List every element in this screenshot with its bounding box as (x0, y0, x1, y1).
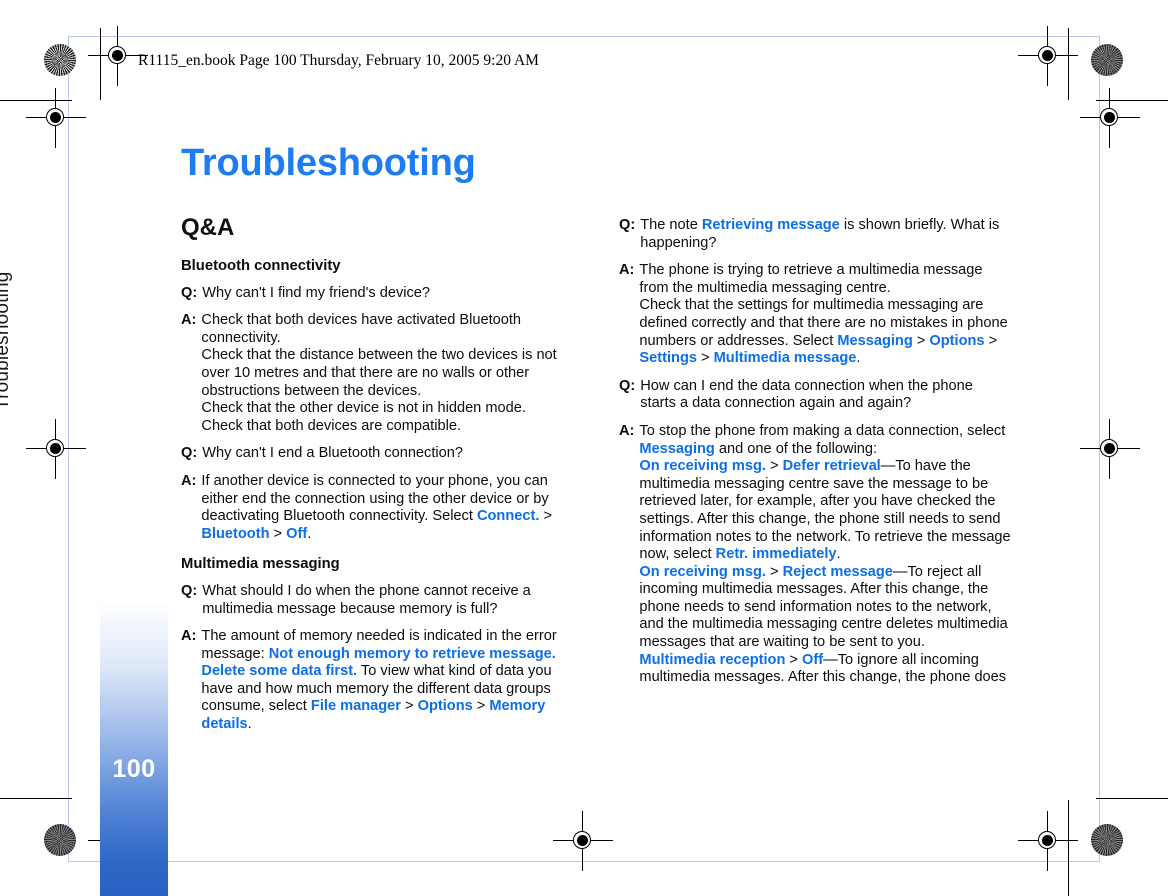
qa-answer-retrieving-message: A: The phone is trying to retrieve a mul… (619, 262, 1011, 368)
question-tag: Q: (619, 377, 636, 394)
question-tag: Q: (181, 445, 198, 462)
menu-path-messaging[interactable]: Messaging (837, 333, 912, 349)
crop-rule-tl-v (100, 28, 102, 100)
answer-line-1: Check that both devices have activated B… (201, 312, 522, 346)
answer-text: To stop the phone from making a data con… (639, 423, 1011, 687)
crop-rule-tr-h (1096, 100, 1168, 102)
menu-path-multimedia-message[interactable]: Multimedia message (714, 350, 857, 366)
question-text-part: The note (640, 217, 702, 233)
subhead-bluetooth-connectivity: Bluetooth connectivity (181, 258, 341, 274)
menu-path-off[interactable]: Off (286, 526, 307, 542)
star-target-top-left (44, 44, 76, 76)
registration-mark-bottom-right (1018, 811, 1078, 871)
menu-path-retr-immediately[interactable]: Retr. immediately (716, 546, 837, 562)
answer-text: Check that both devices have activated B… (201, 312, 581, 435)
question-text: How can I end the data connection when t… (640, 377, 973, 412)
path-separator: > (269, 525, 287, 542)
question-tag: Q: (181, 582, 198, 599)
book-file-header: R1115_en.book Page 100 Thursday, Februar… (138, 52, 539, 69)
answer-line-3: Check that the other device is not in hi… (201, 400, 526, 417)
registration-mark-bottom-center (553, 811, 613, 871)
qa-question-retrieving-message: Q: The note Retrieving message is shown … (619, 217, 1011, 252)
path-separator: > (785, 651, 803, 668)
menu-path-reject-message[interactable]: Reject message (783, 564, 893, 580)
registration-mark-left-lower (26, 419, 86, 479)
menu-path-multimedia-reception[interactable]: Multimedia reception (639, 652, 785, 668)
running-head-vertical: Troubleshooting (0, 271, 13, 410)
crop-rule-tr-v (1068, 28, 1070, 100)
menu-path-options[interactable]: Options (929, 333, 984, 349)
answer-text: The amount of memory needed is indicated… (201, 628, 581, 734)
path-separator: > (912, 332, 930, 349)
page-footer-gradient-strip (100, 600, 168, 896)
question-text: What should I do when the phone cannot r… (202, 582, 531, 617)
menu-path-defer-retrieval[interactable]: Defer retrieval (783, 458, 881, 474)
sentence-period: . (247, 716, 252, 733)
question-text: Why can't I find my friend's device? (202, 284, 431, 301)
answer-line-2: Check that the distance between the two … (201, 347, 557, 399)
qa-question-memory-full: Q: What should I do when the phone canno… (181, 583, 581, 618)
crop-rule-tl-h (0, 100, 72, 102)
answer-tag: A: (619, 422, 635, 439)
registration-mark-right-upper (1080, 88, 1140, 148)
menu-path-settings[interactable]: Settings (639, 350, 697, 366)
question-tag: Q: (619, 217, 636, 233)
answer-tag: A: (619, 262, 635, 279)
menu-path-connect[interactable]: Connect. (477, 508, 539, 524)
qa-answer-data-connection: A: To stop the phone from making a data … (619, 423, 1011, 687)
path-separator: > (400, 698, 418, 715)
note-retrieving-message: Retrieving message (701, 217, 840, 233)
registration-mark-top-left (88, 26, 148, 86)
path-separator: > (765, 563, 783, 580)
menu-path-file-manager[interactable]: File manager (311, 698, 401, 714)
qa-answer-memory-full: A: The amount of memory needed is indica… (181, 628, 581, 734)
path-separator: > (765, 458, 783, 475)
qa-answer-bluetooth-end: A: If another device is connected to you… (181, 473, 581, 543)
star-target-bottom-right (1091, 824, 1123, 856)
path-separator: > (472, 698, 490, 715)
answer-line-4: Check that both devices are compatible. (201, 417, 461, 434)
section-title: Q&A (181, 214, 235, 241)
left-column: Bluetooth connectivity Q: Why can't I fi… (181, 258, 581, 744)
path-separator: > (696, 350, 714, 367)
page-number: 100 (112, 755, 156, 783)
right-column: Q: The note Retrieving message is shown … (619, 217, 1011, 697)
qa-question-data-connection: Q: How can I end the data connection whe… (619, 378, 1011, 413)
path-separator: > (984, 332, 998, 349)
menu-path-on-receiving-msg[interactable]: On receiving msg. (639, 458, 766, 474)
chapter-title: Troubleshooting (181, 142, 476, 184)
crop-rule-bl-h (0, 798, 72, 800)
sentence-period: . (836, 546, 841, 563)
answer-tag: A: (181, 628, 197, 645)
crop-rule-br-h (1096, 798, 1168, 800)
subhead-multimedia-messaging: Multimedia messaging (181, 556, 340, 573)
crop-rule-br-v (1068, 800, 1070, 896)
answer-text-part: To stop the phone from making a data con… (639, 422, 1006, 439)
menu-path-messaging[interactable]: Messaging (639, 441, 714, 457)
qa-answer-bluetooth-find: A: Check that both devices have activate… (181, 312, 581, 435)
question-text: The note Retrieving message is shown bri… (640, 217, 1011, 252)
path-separator: > (539, 508, 552, 525)
answer-text: If another device is connected to your p… (201, 473, 581, 543)
star-target-top-right (1091, 44, 1123, 76)
menu-path-off[interactable]: Off (802, 652, 823, 668)
registration-mark-top-right (1018, 26, 1078, 86)
menu-path-bluetooth[interactable]: Bluetooth (201, 526, 269, 542)
answer-text: The phone is trying to retrieve a multim… (639, 262, 1011, 368)
sentence-period: . (856, 350, 861, 367)
question-tag: Q: (181, 284, 198, 301)
sentence-period: . (307, 525, 312, 542)
answer-line-1: The phone is trying to retrieve a multim… (639, 262, 983, 296)
answer-text-part: and one of the following: (714, 440, 878, 457)
menu-path-on-receiving-msg-2[interactable]: On receiving msg. (639, 564, 766, 580)
registration-mark-right-lower (1080, 419, 1140, 479)
registration-mark-left-upper (26, 88, 86, 148)
menu-path-options[interactable]: Options (418, 698, 473, 714)
answer-tag: A: (181, 312, 197, 329)
star-target-bottom-left (44, 824, 76, 856)
question-text: Why can't I end a Bluetooth connection? (202, 445, 463, 462)
answer-tag: A: (181, 472, 197, 489)
qa-question-bluetooth-find: Q: Why can't I find my friend's device? (181, 285, 581, 303)
qa-question-bluetooth-end: Q: Why can't I end a Bluetooth connectio… (181, 445, 581, 463)
